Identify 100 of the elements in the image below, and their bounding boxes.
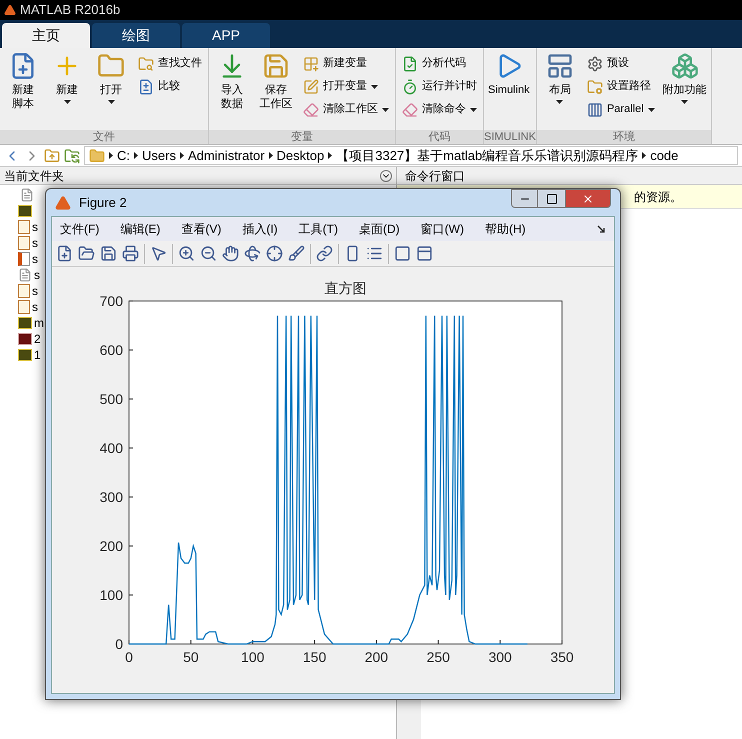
ribbon-button[interactable]: 保存工作区: [255, 48, 297, 111]
file-name[interactable]: s: [32, 218, 38, 236]
ribbon-button[interactable]: 新建: [46, 48, 88, 104]
file-name[interactable]: s: [34, 266, 40, 284]
file-name[interactable]: s: [32, 250, 38, 268]
x-tick: 250: [426, 640, 450, 665]
function-file-icon: [18, 300, 30, 314]
ribbon-button[interactable]: 布局: [538, 48, 581, 104]
brush-icon[interactable]: [288, 245, 305, 262]
menu-item[interactable]: 工具(T): [298, 220, 338, 238]
path-segment[interactable]: Desktop: [276, 147, 324, 164]
grid-plus-icon: [303, 56, 319, 72]
ribbon-button[interactable]: 清除工作区: [299, 98, 393, 121]
ribbon-button[interactable]: 打开: [90, 48, 132, 104]
function-file-icon: [18, 284, 30, 298]
menu-item[interactable]: 插入(I): [242, 220, 278, 238]
crosshair-icon[interactable]: [266, 245, 283, 262]
ribbon-button[interactable]: 导入数据: [211, 48, 253, 111]
eraser-icon: [402, 102, 418, 118]
ribbon-button[interactable]: 设置路径: [582, 75, 659, 98]
menu-item[interactable]: 窗口(W): [420, 220, 464, 238]
menu-item[interactable]: 查看(V): [181, 220, 222, 238]
image-file-icon: [18, 205, 32, 217]
zoom-out-icon[interactable]: [200, 245, 217, 262]
ribbon-button[interactable]: 新建脚本: [2, 48, 44, 111]
path-segment[interactable]: 【项目3327】基于matlab编程音乐乐谱识别源码程序: [336, 147, 638, 164]
file-name[interactable]: s: [32, 234, 38, 252]
panel-icon[interactable]: [416, 245, 433, 262]
ribbon-button[interactable]: Parallel: [582, 98, 659, 121]
ribbon-button[interactable]: 查找文件: [134, 52, 206, 75]
rotate-icon[interactable]: [244, 245, 261, 262]
file-name[interactable]: m: [34, 314, 44, 332]
pointer-icon[interactable]: [150, 245, 167, 262]
group-label: 变量: [209, 130, 395, 144]
y-tick-label: 200: [100, 538, 124, 554]
x-tick: 350: [550, 640, 574, 665]
link-icon[interactable]: [316, 245, 333, 262]
cubes-icon: [670, 52, 699, 80]
y-tick: 700: [100, 293, 134, 309]
file-name[interactable]: s: [32, 298, 38, 316]
hand-icon[interactable]: [222, 245, 239, 262]
ribbon-tab[interactable]: 主页: [2, 23, 90, 48]
ribbon-tab[interactable]: 绘图: [92, 23, 180, 48]
y-tick-label: 400: [100, 440, 124, 456]
save-icon[interactable]: [100, 245, 117, 262]
live-script-icon: [18, 252, 30, 266]
browse-folder-icon[interactable]: [64, 148, 80, 164]
eraser-icon: [303, 102, 319, 118]
dock-arrow-icon[interactable]: [597, 224, 606, 234]
ribbon-button[interactable]: 清除命令: [398, 98, 481, 121]
layout-icon: [546, 52, 574, 80]
path-arrow-icon: [328, 152, 332, 159]
path-segment[interactable]: Users: [142, 147, 176, 164]
chart-title: 直方图: [324, 280, 366, 296]
image-file-icon: [18, 333, 32, 345]
ribbon-button[interactable]: 分析代码: [398, 52, 481, 75]
close-button[interactable]: [565, 189, 611, 208]
blank-file-icon: [18, 268, 32, 282]
menu-item[interactable]: 帮助(H): [484, 220, 526, 238]
maximize-button[interactable]: [538, 189, 565, 208]
path-segment[interactable]: C:: [117, 147, 130, 164]
legend-icon[interactable]: [366, 245, 383, 262]
grid-pencil-icon: [303, 78, 319, 94]
menu-item[interactable]: 编辑(E): [120, 220, 160, 238]
ribbon-button[interactable]: 新建变量: [299, 52, 393, 75]
menu-item[interactable]: 桌面(D): [358, 220, 400, 238]
zoom-in-icon[interactable]: [178, 245, 195, 262]
file-name[interactable]: s: [32, 282, 38, 300]
ribbon-button[interactable]: 预设: [582, 52, 659, 75]
ribbon-button[interactable]: 附加功能: [660, 48, 709, 104]
path-segment[interactable]: Administrator: [188, 147, 265, 164]
ribbon-button[interactable]: 打开变量: [299, 75, 393, 98]
close-icon: [582, 192, 594, 204]
path-segment[interactable]: code: [650, 147, 678, 164]
square-icon[interactable]: [394, 245, 411, 262]
printer-icon[interactable]: [122, 245, 139, 262]
menu-item[interactable]: 文件(F): [60, 220, 100, 238]
group-label: 代码: [396, 130, 483, 144]
x-tick: 100: [241, 640, 264, 665]
x-tick: 0: [125, 640, 133, 665]
x-tick: 150: [302, 640, 326, 665]
panel-menu-icon[interactable]: [380, 170, 392, 182]
ribbon-tab[interactable]: APP: [182, 23, 270, 48]
path-arrow-icon: [268, 152, 273, 159]
open-folder-icon[interactable]: [78, 245, 95, 262]
new-file-icon[interactable]: [56, 245, 73, 262]
ribbon-button[interactable]: Simulink: [486, 48, 532, 97]
x-tick-label: 200: [364, 649, 388, 665]
ribbon-button[interactable]: 比较: [134, 75, 206, 98]
parallel-bars-icon: [586, 102, 603, 118]
file-name[interactable]: 2: [34, 330, 41, 348]
address-field[interactable]: C: Users Administrator Desktop 【项目3327】基于matlab编程音乐乐谱识别源码程序 code: [84, 146, 738, 165]
checked-document-icon: [402, 56, 418, 72]
ribbon-button[interactable]: 运行并计时: [398, 75, 481, 98]
up-folder-icon[interactable]: [44, 148, 60, 164]
x-tick-label: 350: [550, 649, 574, 665]
x-tick-label: 0: [125, 649, 134, 665]
window-title: MATLAB R2016b: [20, 1, 120, 20]
y-tick: 400: [100, 440, 134, 456]
file-name[interactable]: 1: [34, 346, 41, 364]
